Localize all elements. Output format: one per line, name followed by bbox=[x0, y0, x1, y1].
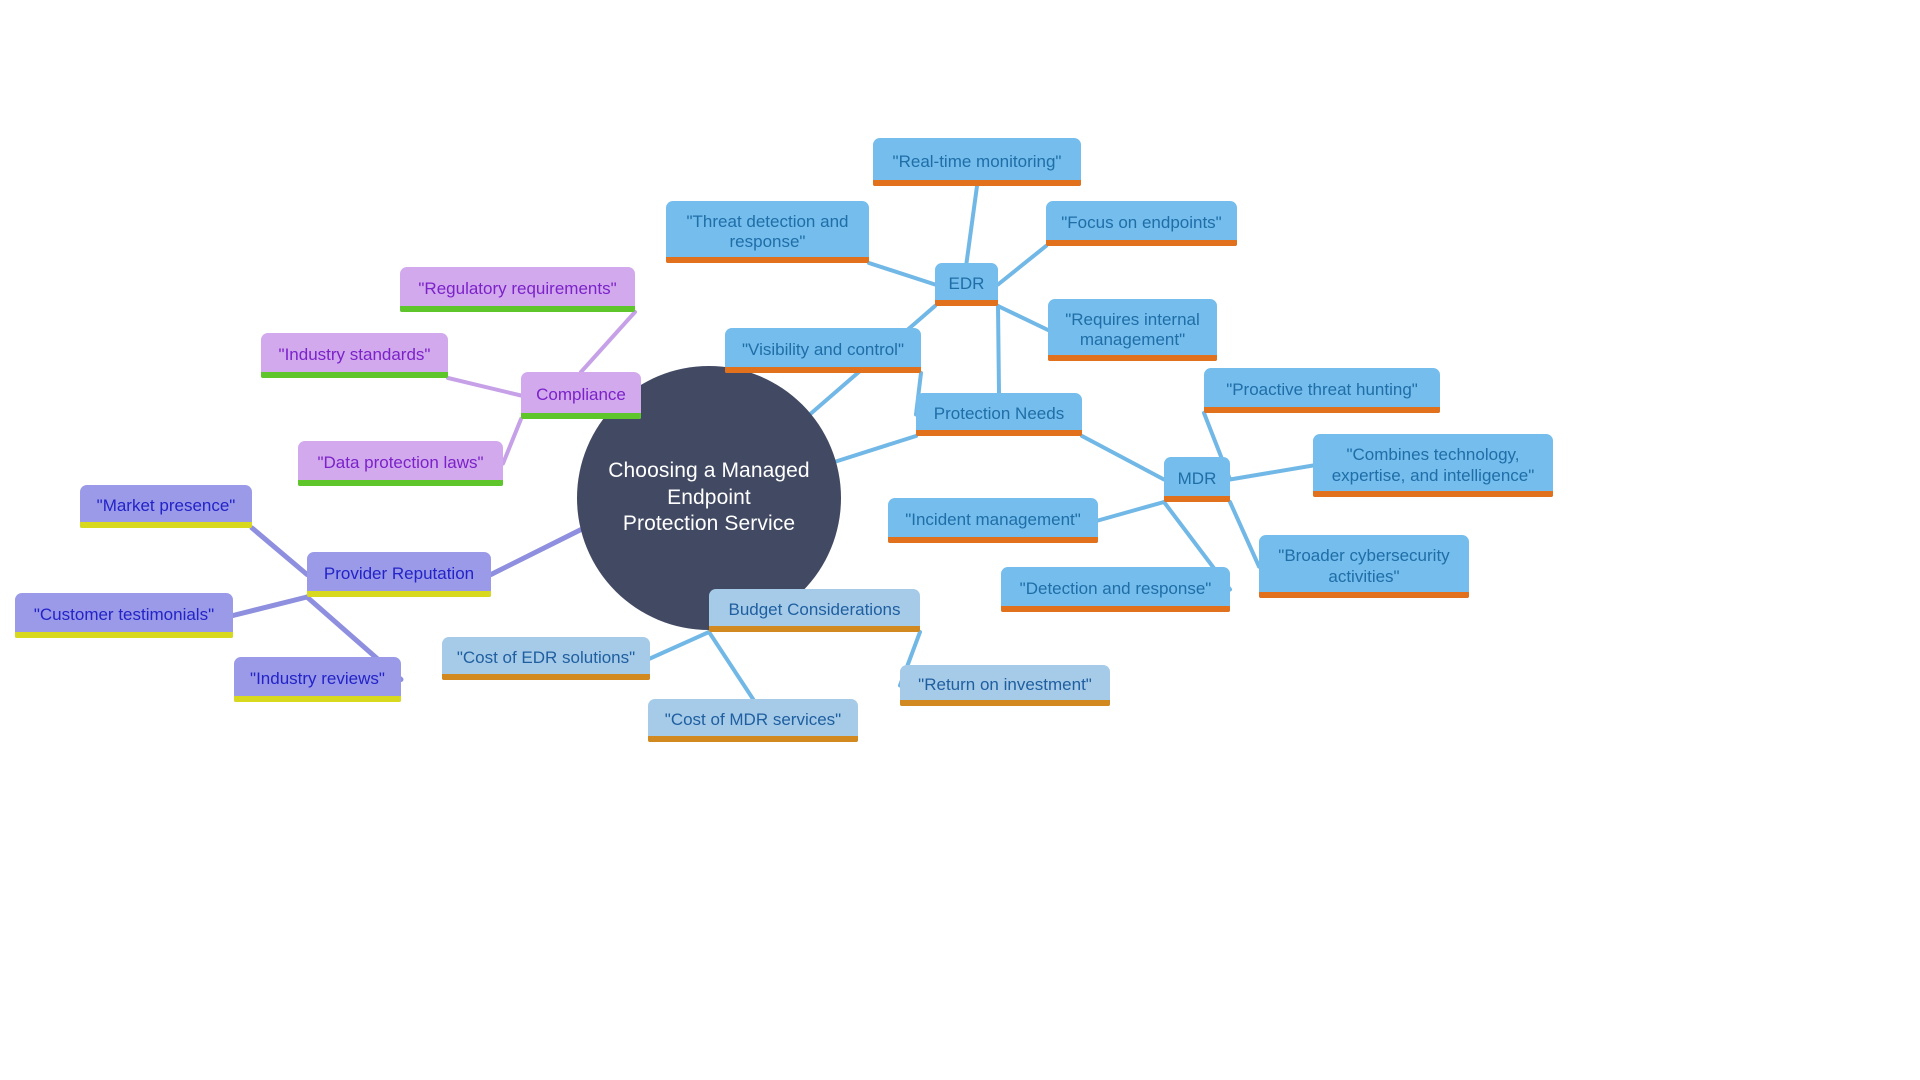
node-underline bbox=[900, 700, 1110, 706]
node-label: "Data protection laws" bbox=[317, 453, 484, 473]
edge-mdr-to-broader-cybersecurity-activities bbox=[1228, 500, 1261, 569]
node-underline bbox=[725, 367, 921, 373]
mindmap-canvas: Choosing a Managed Endpoint Protection S… bbox=[0, 0, 1920, 1080]
node-underline bbox=[916, 430, 1082, 436]
branch-node-compliance[interactable]: Compliance bbox=[521, 372, 641, 419]
node-underline bbox=[1046, 240, 1237, 246]
leaf-node-threat-detection-and-response[interactable]: "Threat detection and response" bbox=[666, 201, 869, 263]
node-label: "Visibility and control" bbox=[742, 340, 904, 360]
leaf-node-real-time-monitoring[interactable]: "Real-time monitoring" bbox=[873, 138, 1081, 186]
node-label: "Industry standards" bbox=[278, 345, 431, 365]
branch-node-provider-reputation[interactable]: Provider Reputation bbox=[307, 552, 491, 597]
leaf-node-requires-internal-management[interactable]: "Requires internal management" bbox=[1048, 299, 1217, 361]
branch-node-budget-considerations[interactable]: Budget Considerations bbox=[709, 589, 920, 632]
node-label: "Proactive threat hunting" bbox=[1226, 380, 1418, 400]
leaf-node-incident-management[interactable]: "Incident management" bbox=[888, 498, 1098, 543]
node-underline bbox=[298, 480, 503, 486]
branch-node-edr[interactable]: EDR bbox=[935, 263, 998, 306]
edge-edr-to-threat-detection-and-response bbox=[867, 261, 937, 287]
node-underline bbox=[521, 413, 641, 419]
node-underline bbox=[873, 180, 1081, 186]
central-topic-label: Choosing a Managed Endpoint Protection S… bbox=[608, 458, 810, 536]
node-label: "Cost of MDR services" bbox=[664, 710, 842, 730]
edge-edr-to-real-time-monitoring bbox=[964, 184, 979, 265]
node-underline bbox=[888, 537, 1098, 543]
leaf-node-visibility-and-control[interactable]: "Visibility and control" bbox=[725, 328, 921, 373]
node-label: "Industry reviews" bbox=[250, 669, 385, 689]
edge-mdr-to-combines-technology-expertise-intelligence bbox=[1228, 463, 1315, 482]
node-underline bbox=[1313, 491, 1553, 497]
node-label: Compliance bbox=[536, 385, 626, 405]
leaf-node-industry-standards[interactable]: "Industry standards" bbox=[261, 333, 448, 378]
edge-center-to-provider-reputation bbox=[488, 527, 584, 577]
node-label: "Cost of EDR solutions" bbox=[456, 648, 636, 668]
edge-protection-needs-to-mdr bbox=[1080, 434, 1166, 482]
edge-edr-to-requires-internal-management bbox=[996, 304, 1050, 332]
edge-mdr-to-incident-management bbox=[1096, 500, 1166, 523]
edge-compliance-to-data-protection-laws bbox=[501, 417, 523, 466]
node-label: MDR bbox=[1177, 469, 1217, 489]
edge-provider-reputation-to-customer-testimonials bbox=[230, 594, 310, 618]
node-label: EDR bbox=[948, 274, 985, 294]
node-label: "Market presence" bbox=[96, 496, 236, 516]
node-label: "Detection and response" bbox=[1019, 579, 1212, 599]
node-underline bbox=[234, 696, 401, 702]
leaf-node-combines-technology-expertise-intelligence[interactable]: "Combines technology, expertise, and int… bbox=[1313, 434, 1553, 497]
node-label: "Threat detection and response" bbox=[686, 211, 849, 251]
leaf-node-data-protection-laws[interactable]: "Data protection laws" bbox=[298, 441, 503, 486]
leaf-node-customer-testimonials[interactable]: "Customer testimonials" bbox=[15, 593, 233, 638]
node-underline bbox=[80, 522, 252, 528]
leaf-node-cost-of-edr-solutions[interactable]: "Cost of EDR solutions" bbox=[442, 637, 650, 680]
leaf-node-detection-and-response[interactable]: "Detection and response" bbox=[1001, 567, 1230, 612]
leaf-node-cost-of-mdr-services[interactable]: "Cost of MDR services" bbox=[648, 699, 858, 742]
edge-compliance-to-regulatory-requirements bbox=[579, 310, 637, 374]
node-label: "Return on investment" bbox=[918, 675, 1092, 695]
edge-provider-reputation-to-market-presence bbox=[249, 525, 310, 577]
node-underline bbox=[15, 632, 233, 638]
node-label: "Broader cybersecurity activities" bbox=[1278, 546, 1450, 586]
node-label: Provider Reputation bbox=[323, 564, 475, 584]
node-underline bbox=[1048, 355, 1217, 361]
node-label: "Combines technology, expertise, and int… bbox=[1331, 445, 1535, 485]
edge-compliance-to-industry-standards bbox=[446, 376, 523, 398]
node-label: "Real-time monitoring" bbox=[892, 151, 1062, 171]
node-label: Budget Considerations bbox=[728, 600, 901, 620]
node-underline bbox=[1001, 606, 1230, 612]
node-underline bbox=[400, 306, 635, 312]
leaf-node-industry-reviews[interactable]: "Industry reviews" bbox=[234, 657, 401, 702]
node-label: "Focus on endpoints" bbox=[1061, 213, 1222, 233]
leaf-node-market-presence[interactable]: "Market presence" bbox=[80, 485, 252, 528]
node-underline bbox=[261, 372, 448, 378]
node-underline bbox=[307, 591, 491, 597]
node-underline bbox=[1259, 592, 1469, 598]
leaf-node-regulatory-requirements[interactable]: "Regulatory requirements" bbox=[400, 267, 635, 312]
leaf-node-proactive-threat-hunting[interactable]: "Proactive threat hunting" bbox=[1204, 368, 1440, 413]
edge-budget-considerations-to-cost-of-edr-solutions bbox=[648, 630, 711, 661]
leaf-node-broader-cybersecurity-activities[interactable]: "Broader cybersecurity activities" bbox=[1259, 535, 1469, 598]
node-underline bbox=[935, 300, 998, 306]
node-underline bbox=[648, 736, 858, 742]
edge-edr-to-focus-on-endpoints bbox=[996, 244, 1048, 287]
node-underline bbox=[709, 626, 920, 632]
node-underline bbox=[1204, 407, 1440, 413]
leaf-node-focus-on-endpoints[interactable]: "Focus on endpoints" bbox=[1046, 201, 1237, 246]
edge-center-to-protection-needs bbox=[833, 434, 918, 464]
node-label: "Incident management" bbox=[905, 510, 1081, 530]
node-label: Protection Needs bbox=[933, 404, 1065, 424]
node-label: "Regulatory requirements" bbox=[418, 279, 617, 299]
node-label: "Customer testimonials" bbox=[33, 605, 215, 625]
leaf-node-return-on-investment[interactable]: "Return on investment" bbox=[900, 665, 1110, 706]
edge-protection-needs-to-edr bbox=[996, 304, 1001, 395]
node-label: "Requires internal management" bbox=[1065, 309, 1200, 349]
edge-budget-considerations-to-cost-of-mdr-services bbox=[707, 630, 755, 701]
branch-node-mdr[interactable]: MDR bbox=[1164, 457, 1230, 502]
node-underline bbox=[666, 257, 869, 263]
node-underline bbox=[1164, 496, 1230, 502]
branch-node-protection-needs[interactable]: Protection Needs bbox=[916, 393, 1082, 436]
node-underline bbox=[442, 674, 650, 680]
